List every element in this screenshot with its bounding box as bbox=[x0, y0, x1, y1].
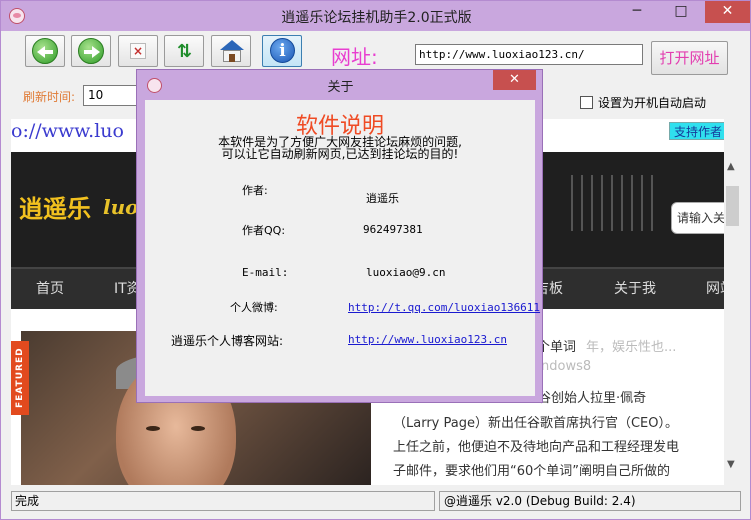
refresh-button[interactable]: ⇅ bbox=[164, 35, 204, 67]
article-subtitle-faded: ndows8 bbox=[541, 359, 592, 374]
article-text-line: 上任之前，他便迫不及待地向产品和工程经理发电 bbox=[393, 440, 680, 455]
featured-tag: FEATURED bbox=[11, 341, 29, 415]
dialog-close-button[interactable]: ✕ bbox=[493, 70, 536, 90]
close-button[interactable]: ✕ bbox=[705, 1, 750, 23]
qq-label: 作者QQ: bbox=[242, 224, 286, 237]
dialog-title: 关于 bbox=[327, 80, 354, 95]
weibo-label: 个人微博: bbox=[230, 301, 278, 314]
site-search-input[interactable]: 请输入关 bbox=[671, 202, 724, 234]
site-logo[interactable]: 逍遥乐 bbox=[19, 189, 91, 224]
maximize-button[interactable]: □ bbox=[659, 1, 703, 23]
refresh-interval-input[interactable]: 10 bbox=[83, 85, 141, 106]
about-dialog: 关于 ✕ 软件说明 本软件是为了方便广大网友挂论坛麻烦的问题, 可以让它自动刷新… bbox=[136, 69, 543, 403]
forward-icon bbox=[78, 38, 104, 64]
version-text: @逍遥乐 v2.0 (Debug Build: 2.4) bbox=[439, 491, 741, 511]
site-logo-latin: luo bbox=[103, 195, 139, 219]
nav-item-site[interactable]: 网站 bbox=[706, 278, 724, 298]
description-line: 可以让它自动刷新网页,已达到挂论坛的目的! bbox=[221, 147, 459, 161]
nav-item-home[interactable]: 首页 bbox=[36, 278, 64, 298]
autostart-checkbox[interactable] bbox=[580, 96, 593, 109]
email-label: E-mail: bbox=[242, 266, 289, 279]
qq-value: 962497381 bbox=[363, 223, 423, 236]
author-value: 逍遥乐 bbox=[366, 192, 399, 205]
stop-button[interactable]: × bbox=[118, 35, 158, 67]
blog-link[interactable]: http://www.luoxiao123.cn bbox=[348, 333, 507, 346]
refresh-interval-label: 刷新时间: bbox=[23, 90, 76, 104]
page-url-banner: o://www.luo bbox=[11, 120, 124, 142]
about-button[interactable]: i bbox=[262, 35, 302, 67]
back-icon bbox=[32, 38, 58, 64]
nav-item-about[interactable]: 关于我 bbox=[614, 278, 656, 298]
article-text-line: 子邮件，要求他们用“60个单词”阐明自己所做的 bbox=[393, 464, 671, 479]
scroll-up-icon[interactable]: ▲ bbox=[727, 161, 735, 172]
forward-button[interactable] bbox=[71, 35, 111, 67]
open-url-button[interactable]: 打开网址 bbox=[651, 41, 728, 75]
author-label: 作者: bbox=[242, 184, 268, 197]
article-text-line: 谷创始人拉里·佩奇 bbox=[538, 391, 647, 406]
weibo-link[interactable]: http://t.qq.com/luoxiao136611 bbox=[348, 301, 540, 314]
scroll-down-icon[interactable]: ▼ bbox=[727, 459, 735, 470]
article-title-faded: 年，娱乐性也... bbox=[586, 340, 677, 355]
info-icon: i bbox=[270, 38, 295, 63]
home-icon bbox=[220, 40, 244, 50]
dialog-body: 软件说明 本软件是为了方便广大网友挂论坛麻烦的问题, 可以让它自动刷新网页,已达… bbox=[145, 100, 540, 396]
refresh-icon: ⇅ bbox=[177, 41, 193, 62]
blog-label: 逍遥乐个人博客网站: bbox=[171, 334, 284, 348]
home-button[interactable] bbox=[211, 35, 251, 67]
back-button[interactable] bbox=[25, 35, 65, 67]
email-value: luoxiao@9.cn bbox=[366, 266, 446, 279]
article-text-line: （Larry Page）新出任谷歌首席执行官（CEO）。 bbox=[393, 416, 678, 431]
stop-icon: × bbox=[130, 43, 146, 59]
minimize-button[interactable]: ─ bbox=[615, 1, 659, 23]
autostart-label[interactable]: 设置为开机自动启动 bbox=[598, 94, 706, 111]
status-text: 完成 bbox=[11, 491, 435, 511]
url-input[interactable]: http://www.luoxiao123.cn/ bbox=[415, 44, 643, 65]
scrollbar-thumb[interactable] bbox=[726, 186, 739, 226]
support-author-button[interactable]: 支持作者 bbox=[669, 122, 724, 140]
address-label: 网址: bbox=[331, 45, 378, 69]
